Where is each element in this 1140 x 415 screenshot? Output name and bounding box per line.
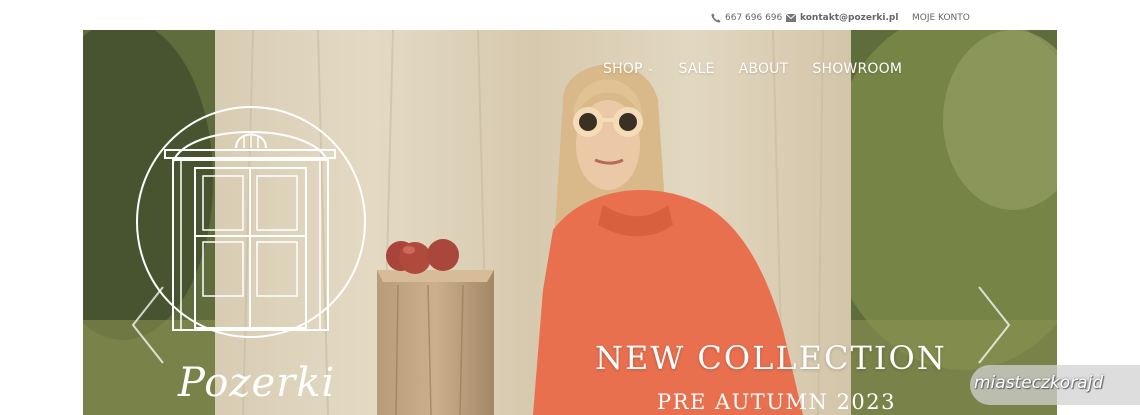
nav-item-shop[interactable]: SHOP ⌄	[603, 61, 654, 77]
nav-item-label: SHOWROOM	[812, 61, 903, 77]
nav-item-label: SALE	[678, 61, 715, 77]
nav-item-showroom[interactable]: SHOWROOM	[812, 61, 902, 77]
top-bar: 667 696 696 kontakt@pozerki.pl MOJE KONT…	[0, 0, 1140, 30]
envelope-icon	[786, 14, 796, 22]
nav-item-label: ABOUT	[738, 61, 789, 77]
logo-script: Pozerki	[178, 360, 336, 406]
phone-icon	[711, 13, 721, 23]
email-address: kontakt@pozerki.pl	[800, 13, 899, 23]
email-link[interactable]: kontakt@pozerki.pl	[786, 11, 898, 25]
hero-subheadline: PRE AUTUMN 2023	[657, 390, 897, 414]
chevron-left-icon[interactable]	[131, 285, 165, 365]
chevron-right-icon[interactable]	[977, 285, 1011, 365]
nav-item-sale[interactable]: SALE	[678, 61, 714, 77]
watermark: miasteczkorajd	[970, 365, 1140, 405]
nav-item-label: SHOP	[603, 61, 643, 77]
chevron-down-icon: ⌄	[646, 64, 655, 74]
hero-headline: NEW COLLECTION	[595, 339, 947, 377]
hero-slider: Pozerki SHOP ⌄ SALE ABOUT SHOWROOM NEW C…	[83, 30, 1057, 415]
main-nav: SHOP ⌄ SALE ABOUT SHOWROOM	[603, 61, 926, 77]
phone-number: 667 696 696	[725, 13, 783, 23]
watermark-text: miasteczkorajd	[974, 373, 1104, 393]
my-account-link[interactable]: MOJE KONTO	[912, 11, 970, 25]
nav-item-about[interactable]: ABOUT	[739, 61, 789, 77]
phone-link[interactable]: 667 696 696	[711, 11, 782, 25]
